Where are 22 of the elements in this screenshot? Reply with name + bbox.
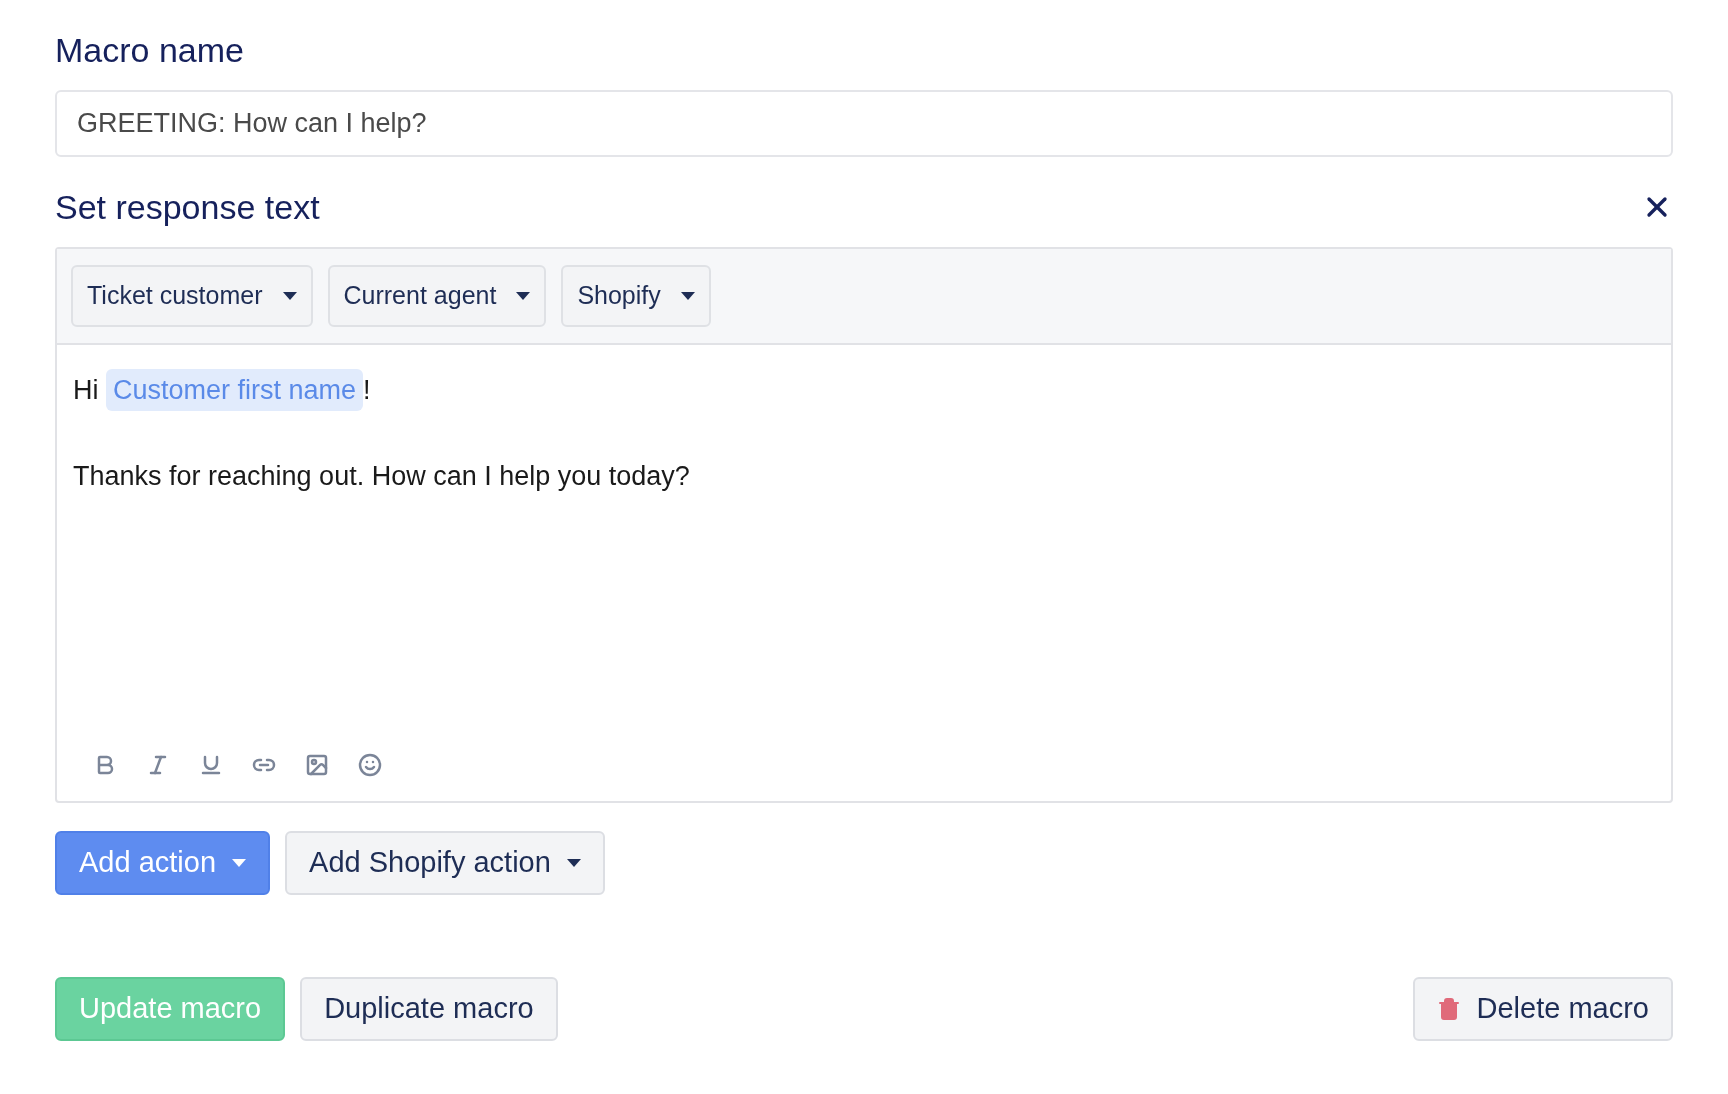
body-text: !: [363, 373, 371, 407]
variable-dropdown[interactable]: Shopify: [561, 265, 711, 327]
emoji-icon[interactable]: [358, 753, 382, 777]
body-text: Hi: [73, 373, 100, 407]
trash-icon: [1436, 997, 1461, 1021]
image-icon[interactable]: [305, 753, 329, 777]
add-action-dropdown[interactable]: Add Shopify action: [285, 831, 605, 895]
section-title: Macro name: [55, 30, 245, 71]
caret-icon: [516, 292, 531, 300]
footer-button[interactable]: Duplicate macro: [300, 977, 558, 1041]
underline-icon[interactable]: [199, 753, 223, 777]
caret-icon: [566, 859, 581, 867]
body-text: Thanks for reaching out. How can I help you today?: [73, 459, 690, 493]
response-text-area[interactable]: Hi Customer first name ! Thanks for reaching out. How can I help you today?: [57, 345, 1671, 801]
section-title: Set response text: [55, 187, 320, 228]
variable-dropdown[interactable]: Current agent: [327, 265, 547, 327]
caret-icon: [680, 292, 695, 300]
macro-name-field[interactable]: GREETING: How can I help?: [55, 90, 1673, 157]
delete-button[interactable]: Delete macro: [1412, 977, 1673, 1041]
caret-icon: [282, 292, 297, 300]
caret-icon: [232, 859, 247, 867]
variable-dropdown[interactable]: Ticket customer: [71, 265, 313, 327]
